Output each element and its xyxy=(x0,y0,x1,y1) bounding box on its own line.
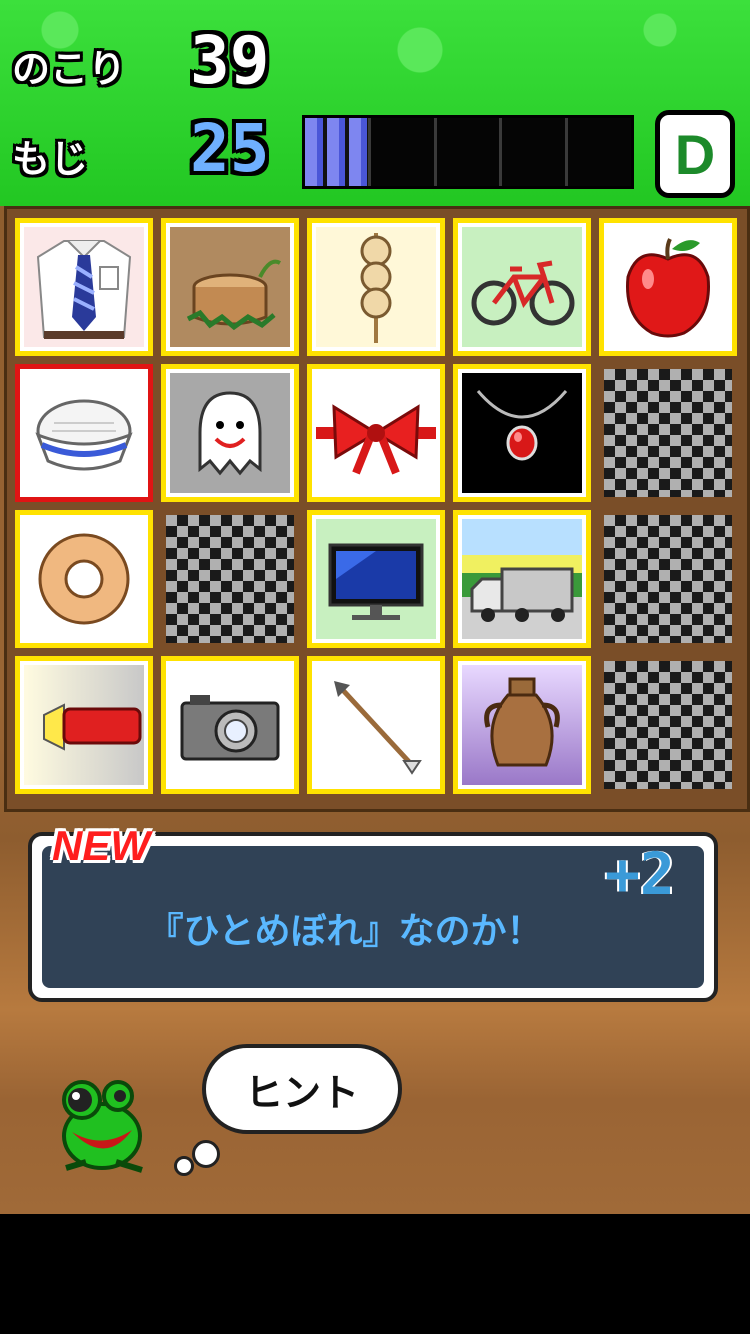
progress-segment xyxy=(502,118,569,186)
television-icon xyxy=(316,519,436,639)
bonus-points: +2 xyxy=(605,840,675,908)
card-rice-bowl[interactable] xyxy=(15,364,153,502)
letters-count: 25 xyxy=(190,110,270,187)
card-dango[interactable] xyxy=(307,218,445,356)
dango-icon xyxy=(316,227,436,347)
thought-dot xyxy=(192,1140,220,1168)
card-board xyxy=(4,206,750,812)
card-stump[interactable] xyxy=(161,218,299,356)
card-truck[interactable] xyxy=(453,510,591,648)
apple-icon xyxy=(608,227,728,347)
rank-badge: D xyxy=(655,110,735,198)
progress-segment xyxy=(305,118,371,186)
card-hidden[interactable] xyxy=(599,364,737,502)
truck-icon xyxy=(462,519,582,639)
progress-segment xyxy=(370,118,437,186)
arrow-icon xyxy=(316,665,436,785)
frog-icon xyxy=(46,1070,156,1180)
card-camera[interactable] xyxy=(161,656,299,794)
card-hidden[interactable] xyxy=(161,510,299,648)
flashlight-icon xyxy=(24,665,144,785)
card-television[interactable] xyxy=(307,510,445,648)
card-ghost[interactable] xyxy=(161,364,299,502)
letters-label: もじ xyxy=(12,137,89,181)
new-badge: NEW xyxy=(52,822,150,869)
card-donut[interactable] xyxy=(15,510,153,648)
donut-icon xyxy=(24,519,144,639)
bicycle-icon xyxy=(462,227,582,347)
remaining-count: 39 xyxy=(190,22,270,99)
card-bicycle[interactable] xyxy=(453,218,591,356)
thought-dot xyxy=(174,1156,194,1176)
hint-button[interactable]: ヒント xyxy=(202,1044,402,1134)
message-text: 『ひとめぼれ』なのか！ xyxy=(147,911,543,952)
card-shirt[interactable] xyxy=(15,218,153,356)
progress-segment xyxy=(568,118,631,186)
shirt-tie-icon xyxy=(24,227,144,347)
card-necklace[interactable] xyxy=(453,364,591,502)
card-arrow[interactable] xyxy=(307,656,445,794)
ghost-icon xyxy=(170,373,290,493)
card-apple[interactable] xyxy=(599,218,737,356)
rice-bowl-icon xyxy=(24,373,144,493)
card-grid xyxy=(15,218,737,794)
vase-icon xyxy=(462,665,582,785)
card-flashlight[interactable] xyxy=(15,656,153,794)
pendant-necklace-icon xyxy=(462,373,582,493)
hud-panel: のこり 39 もじ 25 D xyxy=(0,0,750,206)
card-vase[interactable] xyxy=(453,656,591,794)
bottom-black-bar xyxy=(0,1214,750,1334)
ribbon-bow-icon xyxy=(316,373,436,493)
letters-progress-bar xyxy=(302,115,634,189)
camera-icon xyxy=(170,665,290,785)
game-screen: のこり 39 もじ 25 D NEW +2 『ひとめぼれ』なのか！ ヒント xyxy=(0,0,750,1214)
remaining-label: のこり xyxy=(12,47,127,91)
tree-stump-icon xyxy=(170,227,290,347)
card-ribbon[interactable] xyxy=(307,364,445,502)
card-hidden[interactable] xyxy=(599,656,737,794)
card-hidden[interactable] xyxy=(599,510,737,648)
progress-segment xyxy=(436,118,503,186)
